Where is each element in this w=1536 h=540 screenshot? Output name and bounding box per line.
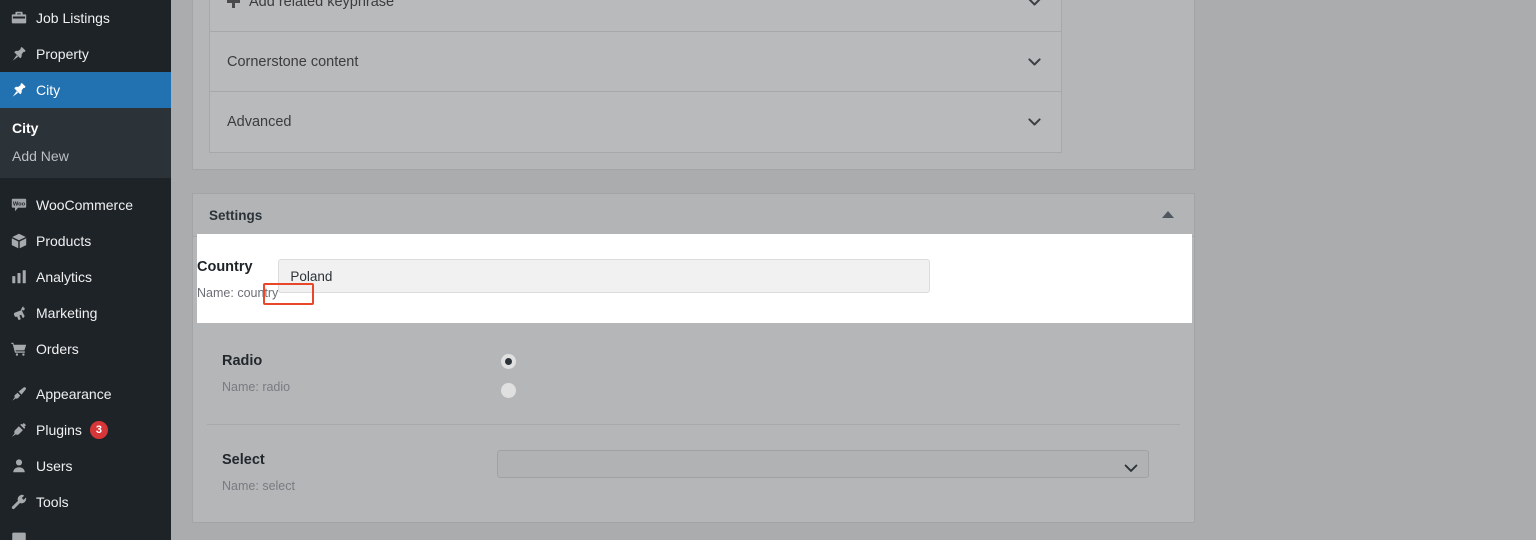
pin-icon <box>10 45 36 63</box>
chevron-down-icon[interactable] <box>1028 0 1040 9</box>
megaphone-icon <box>10 304 36 322</box>
sidebar-submenu-city: City Add New <box>0 108 171 178</box>
chevron-down-icon[interactable] <box>1028 118 1041 129</box>
cart-icon <box>10 340 36 358</box>
sidebar-item-label: Job Listings <box>36 10 110 26</box>
field-name-value: select <box>262 479 295 493</box>
sidebar-divider <box>0 178 171 187</box>
settings-metabox: Settings Radio Name: radio Select Name: … <box>192 193 1195 523</box>
bar-chart-icon <box>10 268 36 286</box>
sidebar-item-property[interactable]: Property <box>0 36 171 72</box>
field-labels: Select Name: select <box>207 450 497 493</box>
sidebar-item-marketing[interactable]: Marketing <box>0 295 171 331</box>
field-row-select: Select Name: select <box>207 425 1180 518</box>
collapsible-cornerstone-content[interactable]: Cornerstone content <box>210 32 1061 92</box>
box-icon <box>10 232 36 250</box>
plus-icon <box>227 0 240 8</box>
collapse-triangle-icon[interactable] <box>1162 211 1174 218</box>
pin-icon <box>10 81 36 99</box>
sidebar-item-label: Users <box>36 458 73 474</box>
sidebar-item-label: Marketing <box>36 305 98 321</box>
field-name-hint: Name: select <box>222 479 497 493</box>
field-title: Country <box>197 259 253 275</box>
collapsible-label: Add related keyphrase <box>249 0 395 10</box>
sidebar-item-orders[interactable]: Orders <box>0 331 171 367</box>
radio-group <box>497 351 1176 399</box>
admin-sidebar: Job Listings Property City City Add New <box>0 0 179 540</box>
sidebar-item-woocommerce[interactable]: Woo WooCommerce <box>0 187 171 223</box>
wrench-icon <box>10 493 36 511</box>
sidebar-item-job-listings[interactable]: Job Listings <box>0 0 171 36</box>
field-labels: Radio Name: radio <box>207 351 497 394</box>
field-name-hint: Name: radio <box>222 380 497 394</box>
sidebar-divider <box>0 367 171 376</box>
sidebar-item-appearance[interactable]: Appearance <box>0 376 171 412</box>
svg-text:Woo: Woo <box>13 201 26 207</box>
sidebar-item-tools[interactable]: Tools <box>0 484 171 520</box>
field-labels: Country Name: country <box>197 259 278 300</box>
radio-option-1[interactable] <box>500 353 517 370</box>
sidebar-item-label: Property <box>36 46 89 62</box>
select-dropdown[interactable] <box>497 450 1149 478</box>
collapsible-add-related-keyphrase[interactable]: Add related keyphrase <box>210 0 1061 32</box>
settings-panel-header[interactable]: Settings <box>193 194 1194 237</box>
woo-icon: Woo <box>10 196 36 214</box>
sidebar-item-label: Appearance <box>36 386 112 402</box>
collapsible-title: Add related keyphrase <box>227 0 394 10</box>
field-name-prefix: Name: <box>222 380 259 394</box>
country-input[interactable] <box>278 259 931 293</box>
settings-icon <box>10 529 36 540</box>
field-name-value: radio <box>262 380 291 394</box>
sidebar-submenu-item-add-new[interactable]: Add New <box>0 142 171 170</box>
field-row-country: Country Name: country <box>197 234 1192 323</box>
select-wrapper <box>497 450 1149 478</box>
sidebar-item-label: Tools <box>36 494 69 510</box>
radio-option-2[interactable] <box>500 382 517 399</box>
field-title: Radio <box>222 353 263 369</box>
collapsible-label: Cornerstone content <box>227 53 359 70</box>
field-control <box>278 259 1192 293</box>
briefcase-icon <box>10 9 36 27</box>
sidebar-item-products[interactable]: Products <box>0 223 171 259</box>
plugins-update-badge: 3 <box>89 421 108 439</box>
sidebar-item-label: Products <box>36 233 92 249</box>
field-control <box>497 351 1180 399</box>
seo-collapsible-list: Add related keyphrase Cornerstone conten… <box>209 0 1062 153</box>
collapsible-label: Advanced <box>227 114 292 130</box>
sidebar-item-label: Plugins <box>36 422 82 438</box>
sidebar-item-label: WooCommerce <box>36 197 133 213</box>
seo-metabox: Add related keyphrase Cornerstone conten… <box>192 0 1195 170</box>
settings-panel-title: Settings <box>209 207 263 223</box>
paintbrush-icon <box>10 385 36 403</box>
field-name-prefix: Name: <box>197 286 234 300</box>
collapsible-title: Cornerstone content <box>227 54 358 70</box>
collapsible-advanced[interactable]: Advanced <box>210 92 1061 152</box>
screen: Job Listings Property City City Add New <box>0 0 1536 540</box>
field-name-value: country <box>237 286 279 300</box>
collapsible-title: Advanced <box>227 114 292 130</box>
sidebar-item-partial[interactable] <box>0 520 171 540</box>
sidebar-item-users[interactable]: Users <box>0 448 171 484</box>
sidebar-item-label: City <box>36 82 61 98</box>
field-name-hint: Name: country <box>197 286 278 300</box>
sidebar-item-city[interactable]: City <box>0 72 179 108</box>
sidebar-submenu-item-city[interactable]: City <box>0 114 171 142</box>
sidebar-item-label: Orders <box>36 341 79 357</box>
page-footer-strip <box>171 524 1536 540</box>
user-icon <box>10 457 36 475</box>
field-row-radio: Radio Name: radio <box>207 326 1180 425</box>
field-control <box>497 450 1180 478</box>
plug-icon <box>10 421 36 439</box>
chevron-down-icon[interactable] <box>1028 57 1041 69</box>
sidebar-item-plugins[interactable]: Plugins 3 <box>0 412 171 448</box>
sidebar-item-analytics[interactable]: Analytics <box>0 259 171 295</box>
sidebar-item-label: Analytics <box>36 269 93 285</box>
field-name-prefix: Name: <box>222 479 259 493</box>
field-title: Select <box>222 452 265 468</box>
